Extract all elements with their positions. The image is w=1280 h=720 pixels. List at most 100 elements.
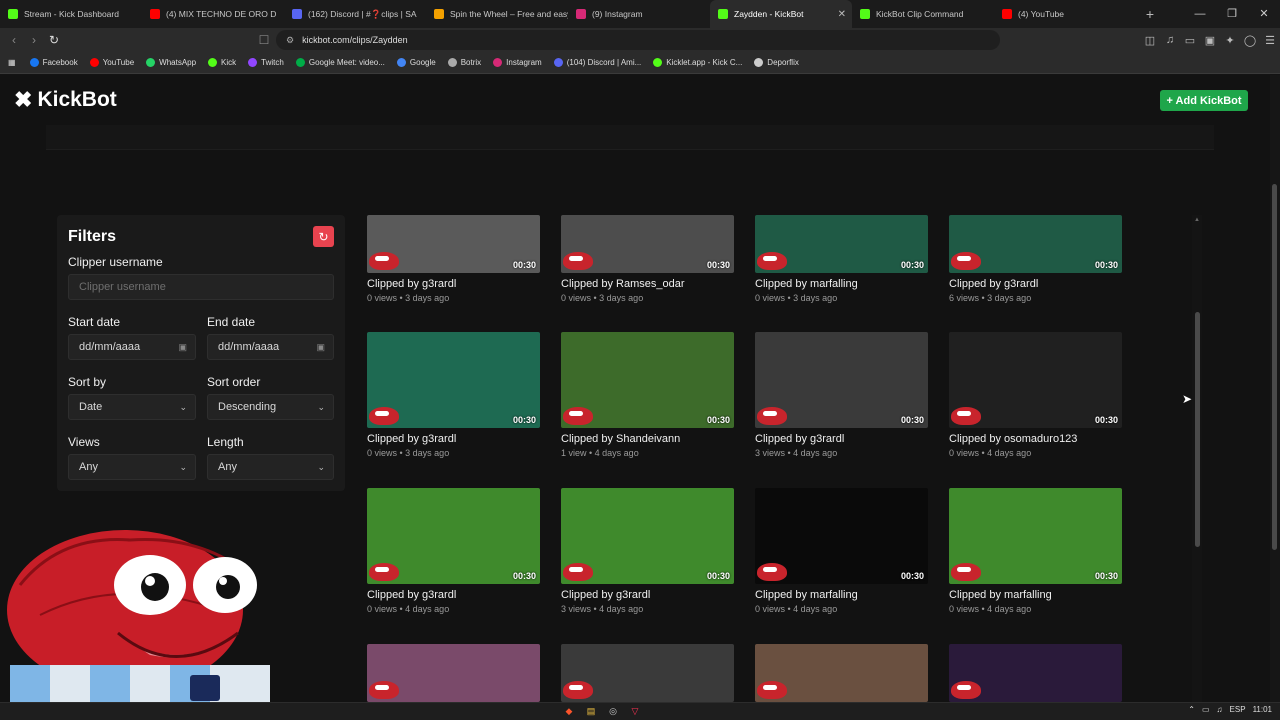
- clock[interactable]: 11:01: [1253, 705, 1272, 714]
- bookmark-item[interactable]: Twitch: [248, 58, 284, 67]
- forward-icon[interactable]: ›: [24, 33, 44, 47]
- clip-title[interactable]: Clipped by osomaduro123: [949, 433, 1122, 445]
- sort-by-select[interactable]: Date ⌄: [68, 394, 196, 420]
- browser-tab[interactable]: KickBot Clip Command: [852, 0, 994, 28]
- bookmark-item[interactable]: Facebook: [29, 58, 78, 67]
- clip-title[interactable]: Clipped by marfalling: [949, 589, 1122, 601]
- clip-title[interactable]: Clipped by g3rardl: [367, 433, 540, 445]
- browser-tab[interactable]: (4) YouTube: [994, 0, 1136, 28]
- clip-thumbnail[interactable]: 00:30: [949, 332, 1122, 428]
- clip-card[interactable]: [561, 644, 734, 702]
- network-icon[interactable]: ▭: [1202, 705, 1210, 714]
- clip-thumbnail[interactable]: [367, 644, 540, 702]
- language-indicator[interactable]: ESP: [1230, 705, 1246, 714]
- clip-title[interactable]: Clipped by Shandeivann: [561, 433, 734, 445]
- shield-icon[interactable]: ◯: [1240, 34, 1260, 47]
- restore-button[interactable]: ❐: [1216, 0, 1248, 28]
- end-date-input[interactable]: dd/mm/aaaa ▣: [207, 334, 334, 360]
- clip-card[interactable]: 00:30 Clipped by g3rardl 0 views • 4 days …: [367, 488, 540, 614]
- bookmark-item[interactable]: Kick: [208, 58, 236, 67]
- bookmark-item[interactable]: Instagram: [493, 58, 542, 67]
- browser-tab[interactable]: (9) Instagram: [568, 0, 710, 28]
- browser-tab[interactable]: (162) Discord | #❓clips | SA: [284, 0, 426, 28]
- bookmark-icon[interactable]: ☐: [254, 33, 274, 47]
- brave-app-icon[interactable]: ◆: [558, 704, 580, 719]
- clip-card[interactable]: 00:30 Clipped by marfalling 0 views • 4 da…: [755, 488, 928, 614]
- bookmark-item[interactable]: Botrix: [447, 58, 481, 67]
- reset-filters-button[interactable]: ↻: [313, 226, 334, 247]
- clip-card[interactable]: 00:30 Clipped by marfalling 0 views • 3 da…: [755, 215, 928, 303]
- clip-card[interactable]: 00:30 Clipped by g3rardl 6 views • 3 days …: [949, 215, 1122, 303]
- length-select[interactable]: Any ⌄: [207, 454, 334, 480]
- start-date-input[interactable]: dd/mm/aaaa ▣: [68, 334, 196, 360]
- bookmark-item[interactable]: (104) Discord | Ami...: [553, 58, 641, 67]
- file-explorer-icon[interactable]: ▤: [580, 704, 602, 719]
- add-kickbot-button[interactable]: + Add KickBot: [1160, 90, 1248, 111]
- clip-card[interactable]: 00:30 Clipped by Shandeivann 1 view • 4 da…: [561, 332, 734, 458]
- close-window-button[interactable]: ✕: [1248, 0, 1280, 28]
- reload-icon[interactable]: ↻: [44, 33, 64, 47]
- clip-thumbnail[interactable]: 00:30: [561, 215, 734, 273]
- app-icon[interactable]: ▽: [624, 704, 646, 719]
- clip-card[interactable]: 00:30 Clipped by g3rardl 3 views • 4 days …: [755, 332, 928, 458]
- leo-icon[interactable]: ✦: [1220, 34, 1240, 47]
- clip-card[interactable]: 00:30 Clipped by Ramses_odar 0 views • 3 d…: [561, 215, 734, 303]
- calendar-icon[interactable]: ▣: [316, 342, 325, 353]
- clip-card[interactable]: 00:30 Clipped by marfalling 0 views • 4 da…: [949, 488, 1122, 614]
- clip-title[interactable]: Clipped by g3rardl: [367, 589, 540, 601]
- volume-icon[interactable]: ♫: [1217, 705, 1223, 714]
- bookmark-item[interactable]: YouTube: [89, 58, 134, 67]
- clip-thumbnail[interactable]: 00:30: [561, 488, 734, 584]
- clip-thumbnail[interactable]: [949, 644, 1122, 702]
- bookmark-item[interactable]: Kicklet.app - Kick C...: [653, 58, 742, 67]
- clip-thumbnail[interactable]: 00:30: [949, 215, 1122, 273]
- clip-thumbnail[interactable]: 00:30: [367, 215, 540, 273]
- clip-thumbnail[interactable]: 00:30: [755, 332, 928, 428]
- minimize-button[interactable]: —: [1184, 0, 1216, 28]
- kickbot-logo[interactable]: ✖ KickBot: [14, 87, 117, 113]
- apps-grid-icon[interactable]: ▦: [8, 58, 16, 67]
- clip-card[interactable]: 00:30 Clipped by g3rardl 0 views • 3 days …: [367, 332, 540, 458]
- sidebar-icon[interactable]: ◫: [1140, 34, 1160, 47]
- clip-card[interactable]: 00:30 Clipped by g3rardl 0 views • 3 days …: [367, 215, 540, 303]
- clips-scrollbar-thumb[interactable]: [1195, 312, 1200, 547]
- bookmark-item[interactable]: Deporflix: [754, 58, 799, 67]
- clip-thumbnail[interactable]: 00:30: [367, 488, 540, 584]
- clip-title[interactable]: Clipped by g3rardl: [949, 278, 1122, 290]
- clip-title[interactable]: Clipped by marfalling: [755, 278, 928, 290]
- new-tab-button[interactable]: +: [1140, 6, 1160, 22]
- clip-title[interactable]: Clipped by marfalling: [755, 589, 928, 601]
- clip-card[interactable]: 00:30 Clipped by osomaduro123 0 views • 4 …: [949, 332, 1122, 458]
- clip-card[interactable]: [755, 644, 928, 702]
- music-icon[interactable]: ♫: [1160, 34, 1180, 46]
- clip-title[interactable]: Clipped by Ramses_odar: [561, 278, 734, 290]
- clip-card[interactable]: 00:30 Clipped by g3rardl 3 views • 4 days …: [561, 488, 734, 614]
- clip-thumbnail[interactable]: 00:30: [561, 332, 734, 428]
- scroll-up-icon[interactable]: ▲: [1194, 217, 1200, 223]
- clip-title[interactable]: Clipped by g3rardl: [755, 433, 928, 445]
- clip-thumbnail[interactable]: 00:30: [755, 488, 928, 584]
- clip-thumbnail[interactable]: 00:30: [367, 332, 540, 428]
- clip-card[interactable]: [367, 644, 540, 702]
- page-scrollbar-thumb[interactable]: [1272, 184, 1277, 550]
- obs-app-icon[interactable]: ◎: [602, 704, 624, 719]
- url-field[interactable]: ⚙ kickbot.com/clips/Zaydden: [276, 30, 1000, 50]
- back-icon[interactable]: ‹: [4, 33, 24, 47]
- menu-icon[interactable]: ☰: [1260, 34, 1280, 47]
- browser-tab[interactable]: Stream - Kick Dashboard: [0, 0, 142, 28]
- site-info-icon[interactable]: ⚙: [286, 35, 294, 46]
- close-tab-icon[interactable]: ✕: [838, 9, 846, 20]
- clip-thumbnail[interactable]: 00:30: [755, 215, 928, 273]
- views-select[interactable]: Any ⌄: [68, 454, 196, 480]
- clip-thumbnail[interactable]: 00:30: [949, 488, 1122, 584]
- clip-thumbnail[interactable]: [561, 644, 734, 702]
- sort-order-select[interactable]: Descending ⌄: [207, 394, 334, 420]
- bookmark-item[interactable]: Google Meet: video...: [295, 58, 385, 67]
- calendar-icon[interactable]: ▣: [178, 342, 187, 353]
- wallet-icon[interactable]: ▣: [1200, 34, 1220, 47]
- browser-tab[interactable]: Spin the Wheel – Free and easy: [426, 0, 568, 28]
- clipper-username-input[interactable]: Clipper username: [68, 274, 334, 300]
- browser-tab[interactable]: (4) MIX TECHNO DE ORO D: [142, 0, 284, 28]
- tray-chevron-icon[interactable]: ⌃: [1188, 705, 1195, 714]
- clip-card[interactable]: [949, 644, 1122, 702]
